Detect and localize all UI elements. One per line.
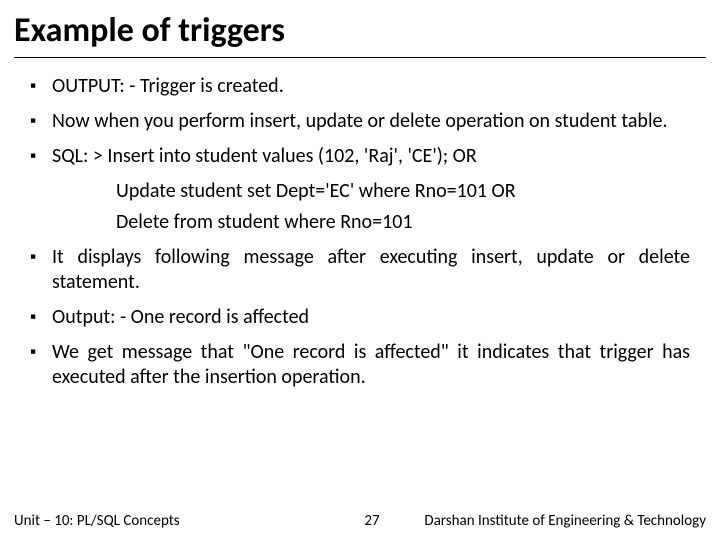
bullet-item: Now when you perform insert, update or d… (30, 109, 690, 134)
bullet-item: OUTPUT: - Trigger is created. (30, 74, 690, 99)
bullet-item: It displays following message after exec… (30, 245, 690, 295)
sql-subline: Delete from student where Rno=101 (30, 210, 690, 235)
slide-footer: Unit – 10: PL/SQL Concepts 27 Darshan In… (0, 512, 720, 530)
slide-title: Example of triggers (0, 0, 720, 55)
sql-subline: Update student set Dept='EC' where Rno=1… (30, 179, 690, 204)
bullet-item: We get message that "One record is affec… (30, 340, 690, 390)
slide-content: OUTPUT: - Trigger is created. Now when y… (0, 58, 720, 390)
bullet-item: SQL: > Insert into student values (102, … (30, 144, 690, 169)
slide: Example of triggers OUTPUT: - Trigger is… (0, 0, 720, 540)
footer-unit: Unit – 10: PL/SQL Concepts (14, 512, 180, 530)
bullet-item: Output: - One record is affected (30, 305, 690, 330)
bullet-list: OUTPUT: - Trigger is created. Now when y… (30, 74, 690, 169)
bullet-list: It displays following message after exec… (30, 245, 690, 390)
footer-institute: Darshan Institute of Engineering & Techn… (424, 512, 706, 530)
footer-page-number: 27 (180, 512, 425, 530)
